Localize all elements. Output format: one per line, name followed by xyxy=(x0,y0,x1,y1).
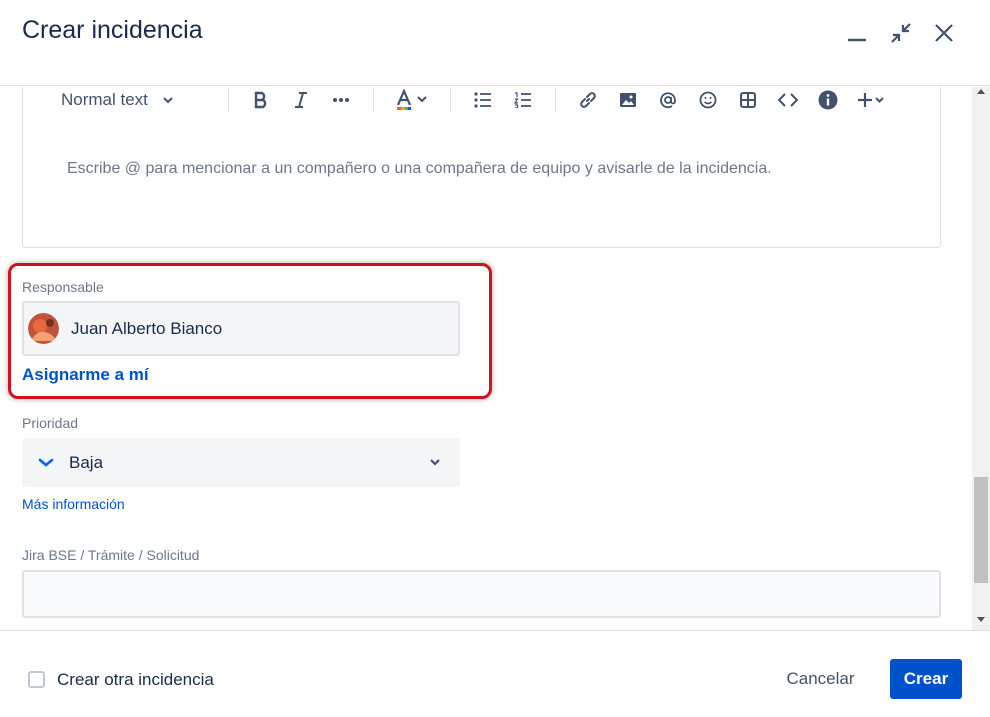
text-style-label: Normal text xyxy=(61,90,148,109)
scroll-down-arrow-icon[interactable] xyxy=(977,617,985,622)
more-icon xyxy=(333,98,349,102)
bold-icon xyxy=(254,91,267,109)
numbered-list-button[interactable] xyxy=(503,87,543,117)
create-another-label[interactable]: Crear otra incidencia xyxy=(57,670,214,690)
minimize-icon xyxy=(848,38,866,42)
bold-button[interactable] xyxy=(241,87,281,117)
toolbar-divider xyxy=(450,88,451,112)
more-info-link[interactable]: Más información xyxy=(22,496,125,512)
chevron-down-icon xyxy=(430,459,440,466)
code-icon xyxy=(778,93,798,107)
priority-value: Baja xyxy=(69,452,104,472)
text-color-button[interactable] xyxy=(386,87,438,117)
info-panel-button[interactable] xyxy=(808,87,848,117)
collapse-button[interactable] xyxy=(886,18,916,48)
assignee-picker[interactable]: Juan Alberto Bianco xyxy=(22,301,460,356)
editor-placeholder: Escribe @ para mencionar a un compañero … xyxy=(67,160,772,177)
text-color-icon xyxy=(396,89,427,110)
link-icon xyxy=(580,92,596,108)
mention-button[interactable] xyxy=(648,87,688,117)
cancel-button[interactable]: Cancelar xyxy=(772,659,869,699)
create-another-checkbox[interactable] xyxy=(28,671,45,688)
scroll-up-arrow-icon[interactable] xyxy=(977,89,985,94)
bullet-list-icon xyxy=(474,92,491,108)
priority-select[interactable]: Baja xyxy=(22,438,460,487)
numbered-list-icon xyxy=(514,92,531,108)
description-editor[interactable]: Normal text Escribe @ para mencionar a u… xyxy=(22,87,941,248)
assignee-name: Juan Alberto Bianco xyxy=(71,318,223,338)
responsable-label: Responsable xyxy=(22,279,104,295)
table-button[interactable] xyxy=(728,87,768,117)
create-button[interactable]: Crear xyxy=(890,659,962,699)
info-icon xyxy=(818,90,838,110)
dialog-footer: Crear otra incidencia Cancelar Crear xyxy=(0,630,990,717)
image-icon xyxy=(620,93,636,107)
emoji-button[interactable] xyxy=(688,87,728,117)
text-style-dropdown[interactable]: Normal text xyxy=(61,90,216,110)
toolbar-divider xyxy=(555,88,556,112)
dialog-title: Crear incidencia xyxy=(22,16,203,44)
insert-plus-icon xyxy=(858,93,884,107)
table-icon xyxy=(740,92,756,108)
jira-input[interactable] xyxy=(22,570,941,618)
avatar xyxy=(28,313,59,344)
image-button[interactable] xyxy=(608,87,648,117)
mention-icon xyxy=(660,92,676,109)
insert-button[interactable] xyxy=(848,87,896,117)
jira-label: Jira BSE / Trámite / Solicitud xyxy=(22,547,200,563)
italic-button[interactable] xyxy=(281,87,321,117)
close-icon xyxy=(935,24,953,42)
scroll-thumb[interactable] xyxy=(974,477,988,583)
toolbar-divider xyxy=(228,88,229,112)
chevron-down-icon xyxy=(163,97,173,104)
italic-icon xyxy=(295,92,307,108)
emoji-icon xyxy=(699,91,717,109)
collapse-icon xyxy=(891,23,911,43)
link-button[interactable] xyxy=(568,87,608,117)
minimize-button[interactable] xyxy=(842,18,872,48)
toolbar-divider xyxy=(373,88,374,112)
code-button[interactable] xyxy=(768,87,808,117)
prioridad-label: Prioridad xyxy=(22,415,79,431)
assign-to-me-link[interactable]: Asignarme a mí xyxy=(22,365,149,385)
editor-toolbar: Normal text xyxy=(61,87,896,122)
bullet-list-button[interactable] xyxy=(463,87,503,117)
close-button[interactable] xyxy=(929,18,959,48)
priority-low-icon xyxy=(38,455,54,471)
dialog-header: Crear incidencia xyxy=(0,0,990,86)
more-formatting-button[interactable] xyxy=(321,87,361,117)
scrollbar[interactable] xyxy=(972,87,990,630)
